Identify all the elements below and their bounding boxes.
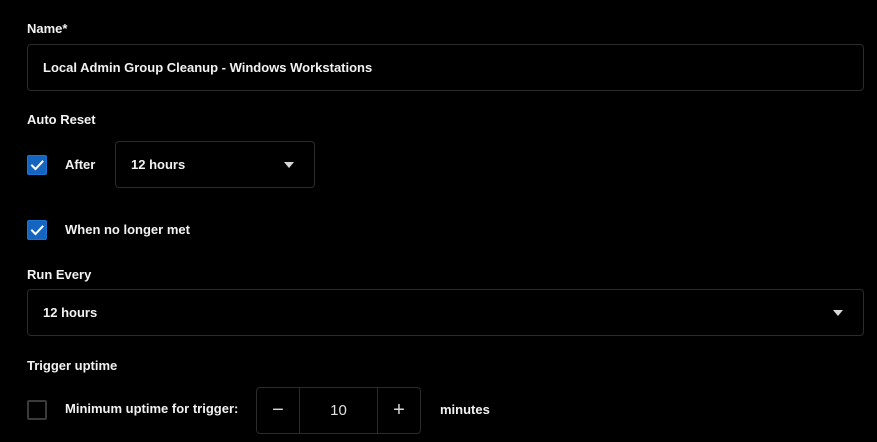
- when-no-longer-met-label: When no longer met: [65, 222, 190, 237]
- chevron-down-icon: [833, 309, 843, 316]
- decrement-button[interactable]: −: [257, 388, 300, 433]
- run-every-select-value: 12 hours: [43, 305, 98, 320]
- uptime-unit-label: minutes: [440, 402, 490, 417]
- minus-icon: −: [272, 399, 284, 421]
- name-input[interactable]: Local Admin Group Cleanup - Windows Work…: [27, 44, 864, 91]
- minimum-uptime-label: Minimum uptime for trigger:: [65, 401, 239, 416]
- auto-reset-label: Auto Reset: [27, 112, 96, 127]
- uptime-value-input[interactable]: 10: [300, 388, 377, 433]
- name-input-value: Local Admin Group Cleanup - Windows Work…: [43, 60, 373, 75]
- uptime-stepper: − 10 +: [256, 387, 421, 434]
- check-icon: [30, 160, 44, 171]
- after-label: After: [65, 157, 96, 172]
- run-every-select[interactable]: 12 hours: [27, 289, 864, 336]
- when-no-longer-met-checkbox[interactable]: [27, 220, 47, 240]
- name-label: Name*: [27, 21, 68, 36]
- auto-reset-after-select-value: 12 hours: [131, 157, 186, 172]
- chevron-down-icon: [284, 161, 294, 168]
- increment-button[interactable]: +: [377, 388, 420, 433]
- minimum-uptime-checkbox[interactable]: [27, 400, 47, 420]
- run-every-label: Run Every: [27, 267, 92, 282]
- plus-icon: +: [393, 399, 405, 421]
- auto-reset-after-select[interactable]: 12 hours: [115, 141, 315, 188]
- trigger-uptime-label: Trigger uptime: [27, 358, 118, 373]
- auto-reset-after-checkbox[interactable]: [27, 155, 47, 175]
- check-icon: [30, 225, 44, 236]
